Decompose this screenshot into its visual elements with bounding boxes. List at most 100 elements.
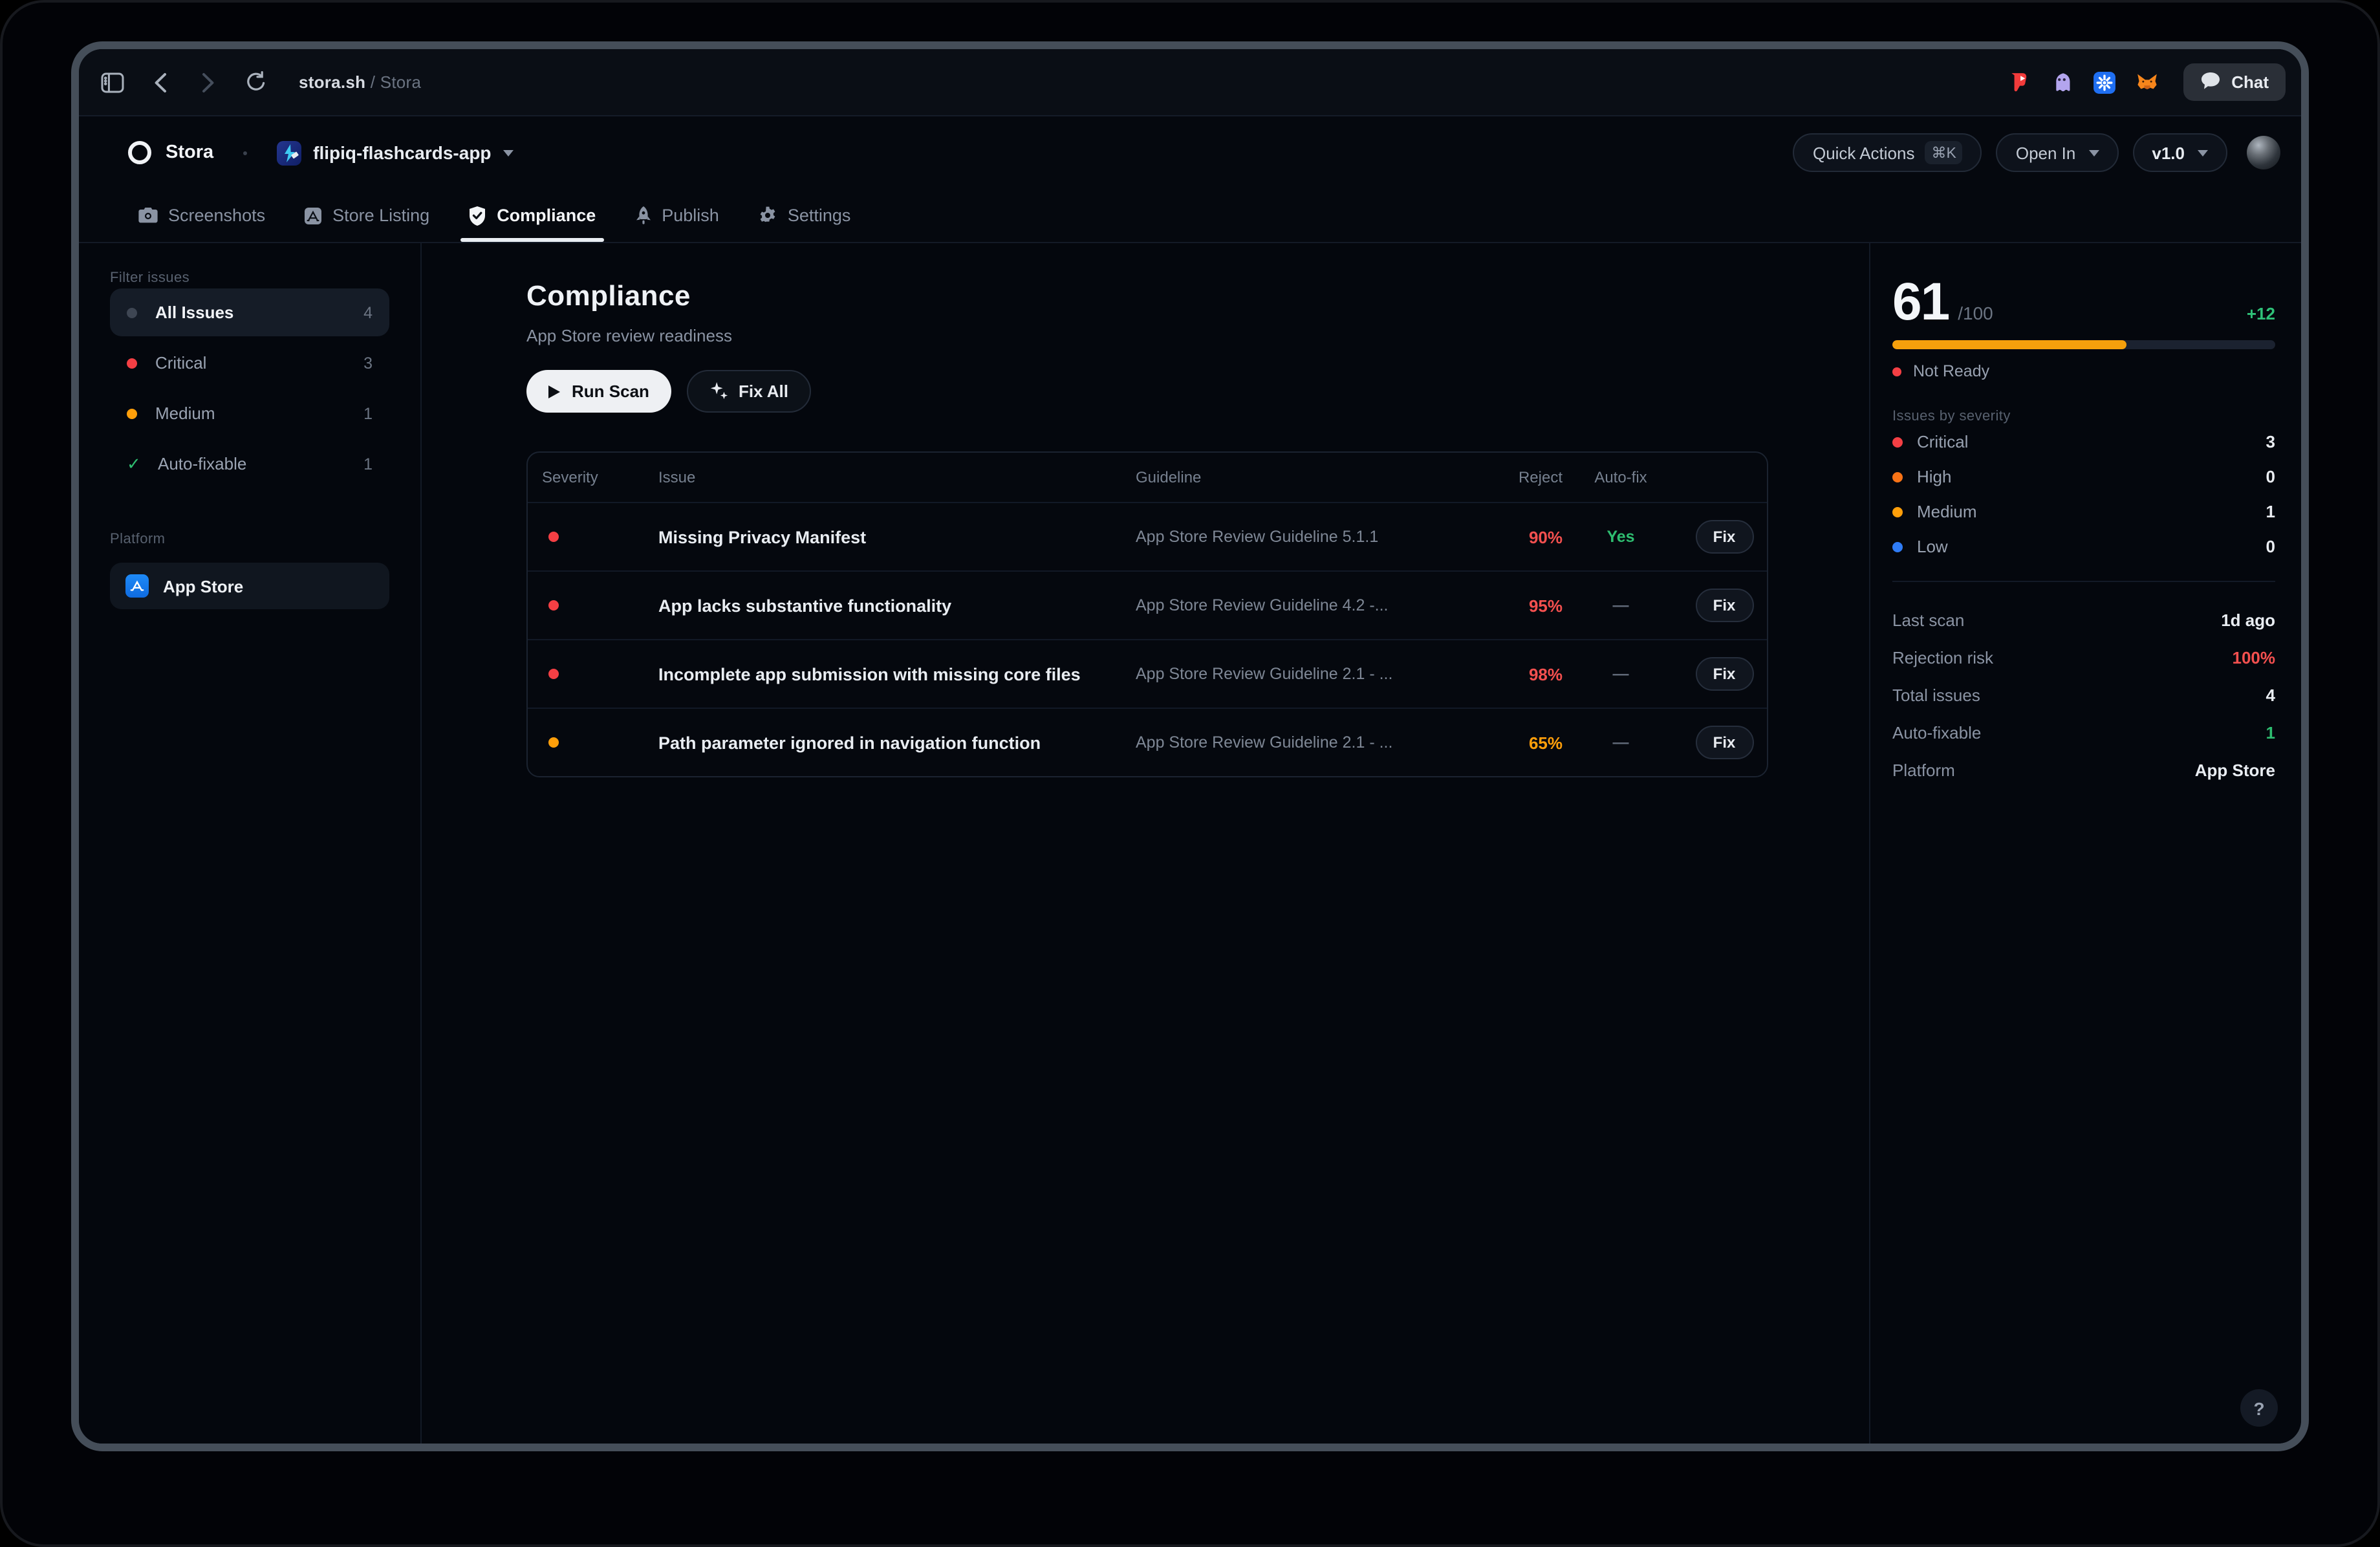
status-dot-icon <box>1892 367 1901 376</box>
version-label: v1.0 <box>2152 143 2185 162</box>
issue-title: Path parameter ignored in navigation fun… <box>626 733 1136 752</box>
project-switcher[interactable]: flipiq-flashcards-app <box>313 142 491 163</box>
filter-critical[interactable]: Critical 3 <box>110 339 389 387</box>
severity-dot-icon <box>548 669 559 679</box>
col-severity: Severity <box>528 468 626 486</box>
table-row[interactable]: Incomplete app submission with missing c… <box>528 639 1767 708</box>
shield-check-icon <box>468 205 486 226</box>
stat-platform: Platform App Store <box>1892 752 2275 789</box>
autofix-value: — <box>1613 665 1629 683</box>
back-button-icon[interactable] <box>147 69 173 95</box>
tab-compliance[interactable]: Compliance <box>468 189 596 242</box>
readiness-status: Not Ready <box>1892 362 2275 380</box>
all-issues-dot-icon <box>127 307 137 318</box>
filter-count: 3 <box>363 354 373 372</box>
stat-value: 4 <box>2266 686 2275 705</box>
score-progress-bar <box>1892 340 2275 349</box>
table-header-row: Severity Issue Guideline Reject Auto-fix <box>528 453 1767 502</box>
fix-button[interactable]: Fix <box>1695 589 1753 622</box>
tab-store-listing[interactable]: Store Listing <box>304 189 429 242</box>
severity-count: 1 <box>2266 502 2275 521</box>
stat-total-issues: Total issues 4 <box>1892 676 2275 714</box>
tab-screenshots[interactable]: Screenshots <box>138 189 265 242</box>
severity-row-medium: Medium 1 <box>1892 494 2275 529</box>
main-panel: Compliance App Store review readiness Ru… <box>422 243 1869 1444</box>
table-row[interactable]: Path parameter ignored in navigation fun… <box>528 708 1767 776</box>
status-label: Not Ready <box>1913 362 1989 380</box>
checkmark-icon: ✓ <box>127 453 140 474</box>
score-progress-fill <box>1892 340 2126 349</box>
user-avatar[interactable] <box>2247 136 2280 169</box>
table-row[interactable]: App lacks substantive functionality App … <box>528 570 1767 639</box>
reload-icon[interactable] <box>243 69 269 95</box>
col-guideline: Guideline <box>1136 468 1491 486</box>
fix-all-button[interactable]: Fix All <box>687 370 810 413</box>
issue-title: Incomplete app submission with missing c… <box>626 664 1136 684</box>
issues-table: Severity Issue Guideline Reject Auto-fix… <box>526 451 1768 777</box>
chat-button[interactable]: Chat <box>2183 63 2286 101</box>
table-row[interactable]: Missing Privacy Manifest App Store Revie… <box>528 502 1767 570</box>
version-selector[interactable]: v1.0 <box>2132 133 2227 172</box>
severity-count: 0 <box>2266 467 2275 486</box>
appstore-listing-icon <box>304 206 322 224</box>
project-app-icon <box>277 140 301 165</box>
score-max: /100 <box>1958 303 1993 323</box>
severity-row-high: High 0 <box>1892 459 2275 494</box>
help-button[interactable]: ? <box>2240 1389 2278 1427</box>
fix-button[interactable]: Fix <box>1695 520 1753 554</box>
severity-count: 0 <box>2266 537 2275 556</box>
filter-medium[interactable]: Medium 1 <box>110 389 389 437</box>
content-area: Filter issues All Issues 4 Critical 3 Me… <box>79 243 2301 1444</box>
project-chevron-down-icon[interactable] <box>503 149 514 156</box>
rocket-icon <box>634 206 651 225</box>
reject-rate: 65% <box>1529 733 1563 752</box>
screen-bezel: stora.sh / Stora Chat Stora <box>0 0 2380 1547</box>
stat-value: App Store <box>2195 761 2275 780</box>
severity-count: 3 <box>2266 432 2275 451</box>
forward-button-icon[interactable] <box>195 69 221 95</box>
chat-bubble-icon <box>2200 70 2221 94</box>
quick-actions-button[interactable]: Quick Actions ⌘K <box>1793 133 1982 172</box>
autofix-value: — <box>1613 596 1629 614</box>
dislike-extension-icon[interactable] <box>2007 70 2031 94</box>
severity-dot-icon <box>548 532 559 542</box>
low-dot-icon <box>1892 541 1903 552</box>
app-store-icon <box>125 574 149 598</box>
open-in-button[interactable]: Open In <box>1996 133 2119 172</box>
filter-all-issues[interactable]: All Issues 4 <box>110 288 389 336</box>
fix-button[interactable]: Fix <box>1695 726 1753 759</box>
autofix-value: — <box>1613 733 1629 752</box>
tab-settings[interactable]: Settings <box>758 189 851 242</box>
reject-rate: 98% <box>1529 664 1563 684</box>
platform-section-label: Platform <box>110 532 389 547</box>
chat-button-label: Chat <box>2231 72 2269 92</box>
stora-logo-icon <box>128 141 151 164</box>
severity-dot-icon <box>548 600 559 611</box>
device-screen: stora.sh / Stora Chat Stora <box>0 0 2380 1547</box>
ghost-extension-icon[interactable] <box>2050 70 2073 94</box>
open-in-label: Open In <box>2016 143 2076 162</box>
wallet-extension-icon[interactable] <box>2093 70 2116 94</box>
brand-name: Stora <box>166 142 213 163</box>
tab-publish[interactable]: Publish <box>634 189 719 242</box>
play-icon <box>548 385 560 398</box>
fix-button[interactable]: Fix <box>1695 657 1753 691</box>
sidebar-toggle-icon[interactable] <box>100 69 125 95</box>
col-reject: Reject <box>1519 468 1563 486</box>
quick-actions-shortcut: ⌘K <box>1925 141 1963 164</box>
issue-title: Missing Privacy Manifest <box>626 527 1136 546</box>
filters-sidebar: Filter issues All Issues 4 Critical 3 Me… <box>79 243 422 1444</box>
platform-app-store[interactable]: App Store <box>110 563 389 609</box>
stat-value: 1 <box>2266 723 2275 742</box>
high-dot-icon <box>1892 471 1903 482</box>
run-scan-button[interactable]: Run Scan <box>526 370 671 413</box>
score-delta: +12 <box>2247 304 2275 323</box>
col-autofix: Auto-fix <box>1594 468 1647 486</box>
issue-title: App lacks substantive functionality <box>626 596 1136 615</box>
medium-dot-icon <box>127 408 137 418</box>
filter-auto-fixable[interactable]: ✓ Auto-fixable 1 <box>110 440 389 488</box>
issue-guideline: App Store Review Guideline 2.1 - ... <box>1136 733 1491 752</box>
camera-icon <box>138 207 158 224</box>
tab-bar: Screenshots Store Listing Compliance Pub… <box>79 189 2301 243</box>
metamask-extension-icon[interactable] <box>2136 70 2159 94</box>
